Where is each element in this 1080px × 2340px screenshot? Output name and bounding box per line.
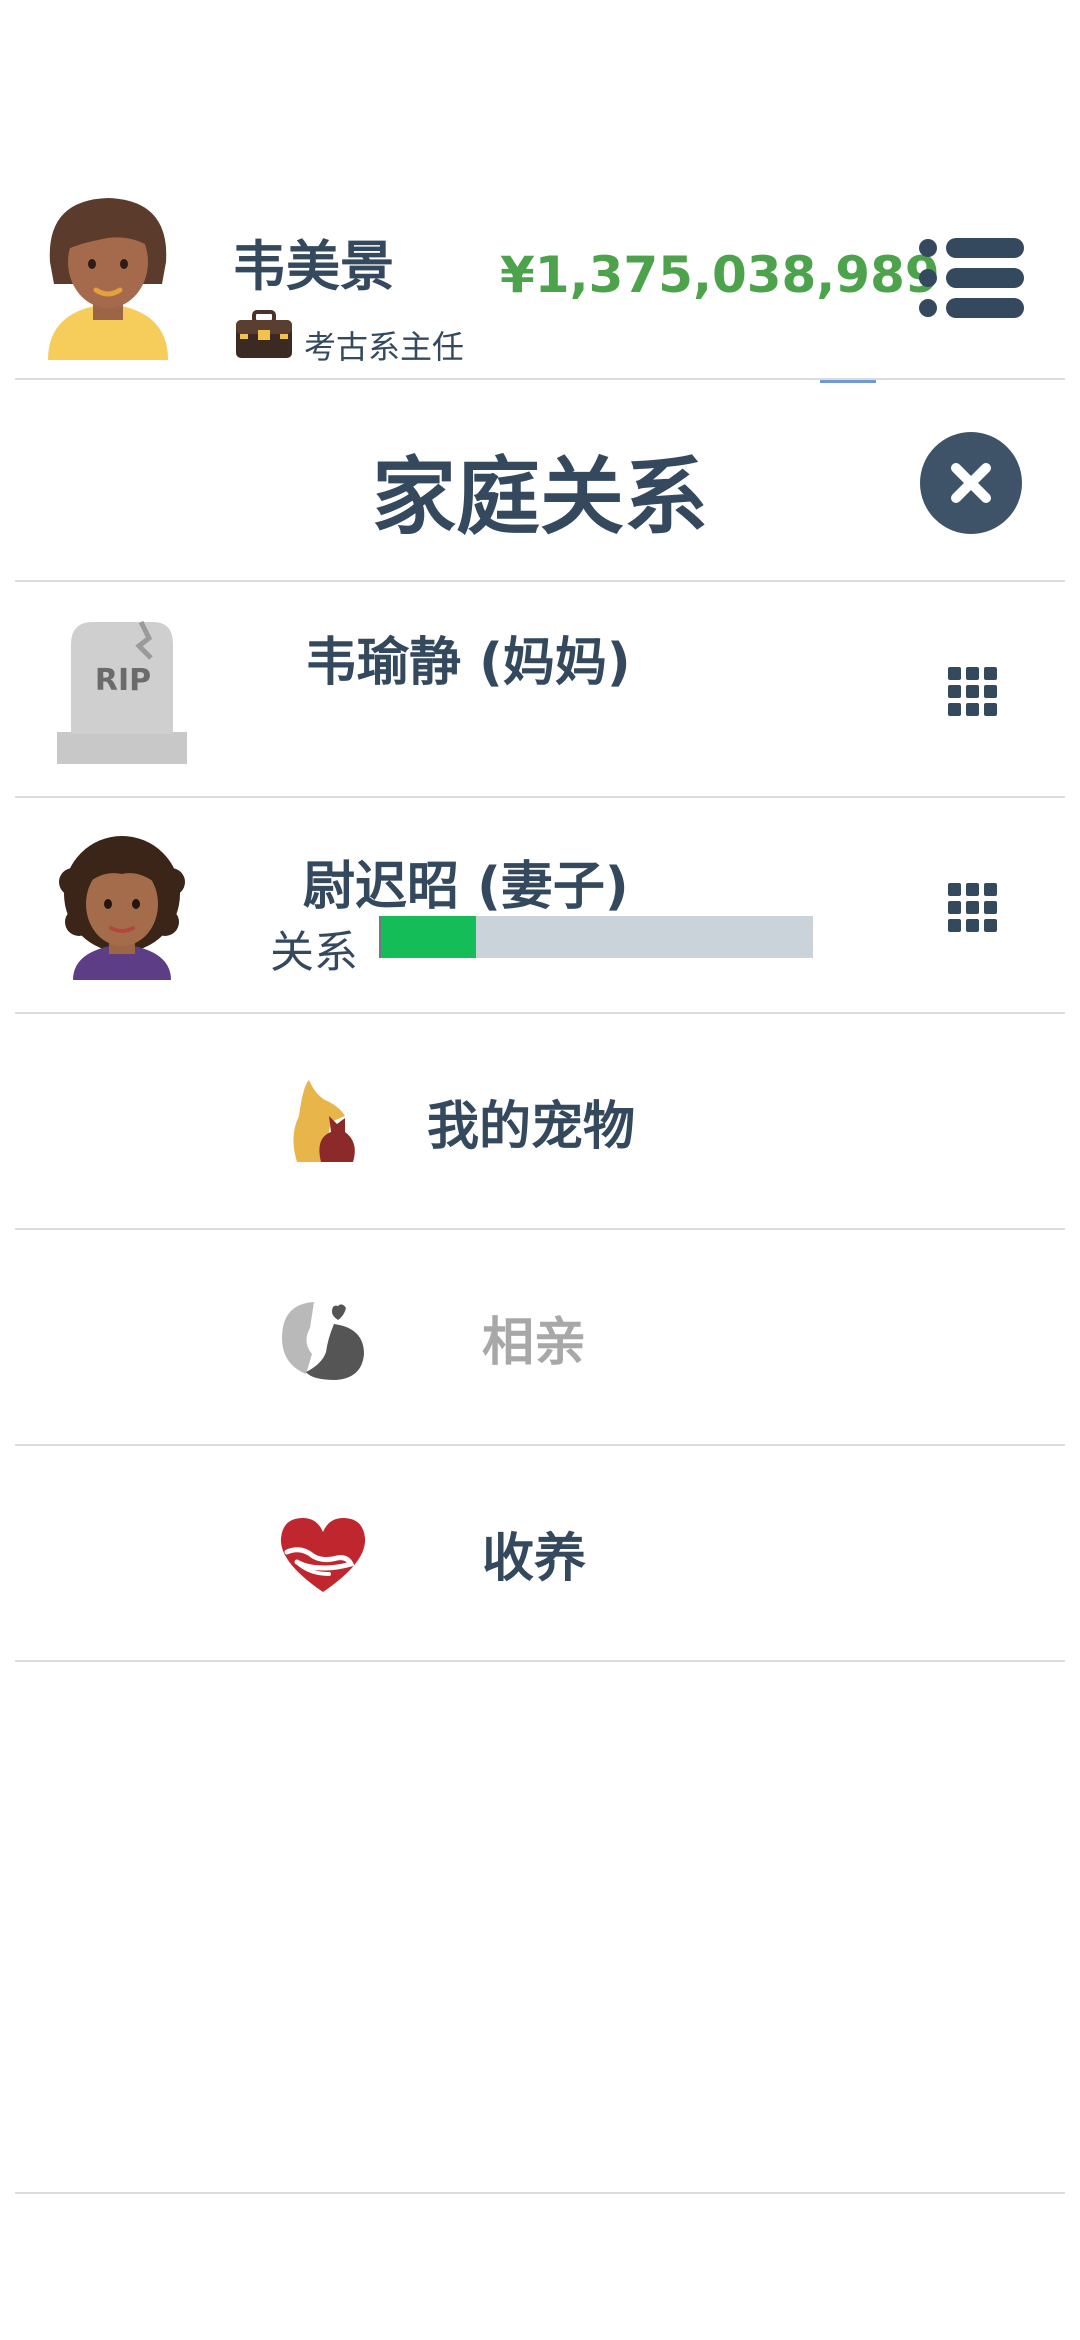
family-member-name: 韦瑜静 (妈妈) [305, 633, 631, 693]
member-options-button[interactable] [948, 883, 998, 933]
job-title: 考古系主任 [304, 328, 465, 366]
dating-icon [278, 1294, 370, 1382]
member-options-button[interactable] [948, 667, 998, 717]
action-row-dating[interactable]: 相亲 [15, 1230, 1065, 1444]
wife-avatar [59, 832, 185, 980]
relationship-bar [379, 916, 813, 958]
grid-icon [948, 883, 997, 932]
rip-tombstone-icon: RIP [57, 618, 187, 764]
action-label: 相亲 [482, 1313, 587, 1373]
action-row-adoption[interactable]: 收养 [15, 1446, 1065, 1660]
money-balance: ¥1,375,038,989 [500, 246, 940, 304]
close-button[interactable] [920, 432, 1022, 534]
footer-divider [15, 2192, 1065, 2194]
briefcase-icon [234, 310, 294, 360]
grid-icon [948, 667, 997, 716]
player-avatar[interactable] [38, 192, 178, 362]
list-menu-icon [919, 238, 1024, 318]
family-member-row-wife[interactable]: 尉迟昭 (妻子) 关系 [15, 798, 1065, 1012]
row-divider [15, 1660, 1065, 1662]
action-label: 我的宠物 [427, 1097, 636, 1157]
relationship-bar-fill [381, 916, 477, 958]
svg-text:RIP: RIP [95, 663, 151, 698]
close-icon [951, 463, 991, 503]
family-member-row-mother[interactable]: RIP 韦瑜静 (妈妈) [15, 582, 1065, 796]
action-row-pets[interactable]: 我的宠物 [15, 1014, 1065, 1228]
hamburger-menu-button[interactable] [918, 236, 1026, 320]
adoption-heart-icon [277, 1516, 369, 1596]
pets-icon [285, 1076, 365, 1166]
relationship-label: 关系 [270, 927, 358, 978]
action-label: 收养 [482, 1529, 587, 1589]
player-name: 韦美景 [232, 235, 394, 298]
family-member-name: 尉迟昭 (妻子) [303, 857, 629, 917]
header-divider [15, 378, 1065, 380]
accent-line [820, 380, 876, 383]
modal-title: 家庭关系 [371, 448, 708, 546]
